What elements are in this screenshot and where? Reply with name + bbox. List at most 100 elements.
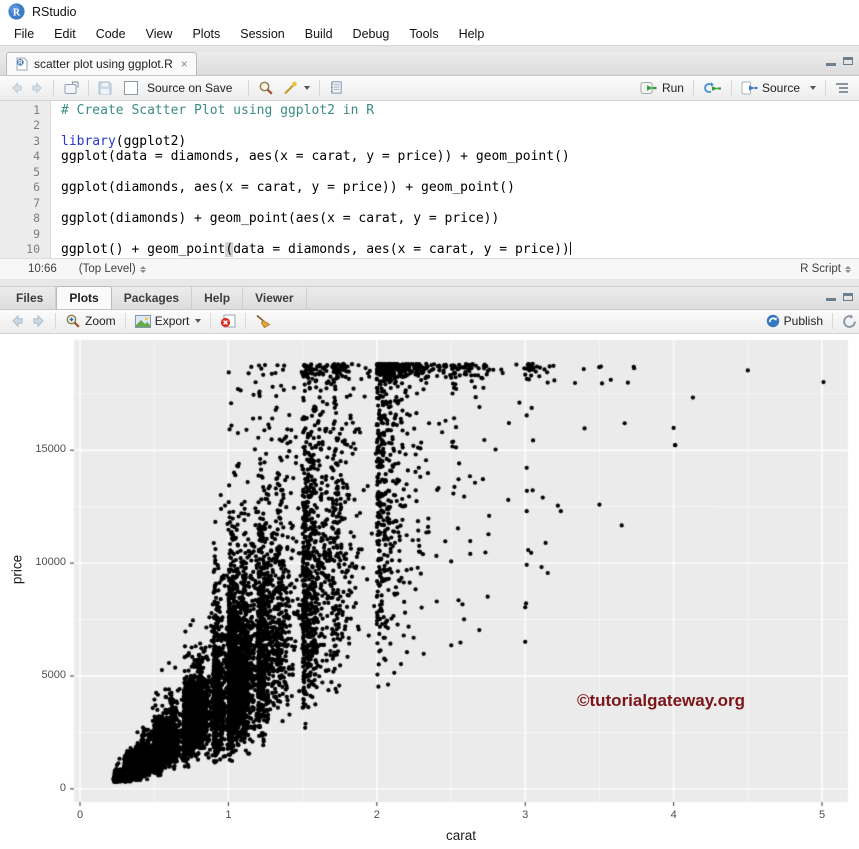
run-button[interactable]: Run: [636, 79, 688, 97]
menu-item-plots[interactable]: Plots: [182, 25, 230, 43]
clear-all-plots-button[interactable]: [251, 312, 275, 330]
svg-text:R: R: [13, 8, 21, 19]
refresh-plot-button[interactable]: [838, 312, 859, 331]
maximize-pane-button[interactable]: [843, 57, 853, 66]
chrome-strip: [0, 44, 859, 52]
line-number[interactable]: 10: [0, 242, 50, 258]
run-label: Run: [661, 80, 684, 95]
updown-arrows-icon: [845, 265, 851, 273]
checkbox-unchecked[interactable]: [124, 80, 138, 95]
back-icon: [12, 315, 23, 328]
line-number[interactable]: 9: [0, 227, 50, 243]
maximize-pane-button[interactable]: [843, 292, 853, 301]
menu-item-tools[interactable]: Tools: [399, 25, 448, 43]
menu-item-build[interactable]: Build: [295, 25, 343, 43]
minimize-pane-button[interactable]: [826, 62, 836, 66]
line-number[interactable]: 7: [0, 196, 50, 212]
publish-button[interactable]: Publish: [762, 312, 827, 330]
code-token: (ggplot2): [115, 133, 187, 149]
menu-item-session[interactable]: Session: [230, 25, 294, 43]
export-plot-button[interactable]: Export: [131, 312, 206, 330]
broom-icon: [256, 315, 271, 329]
code-token: ggplot() + geom_point: [61, 242, 226, 258]
plots-toolbar: Zoom Export Publish: [0, 310, 859, 334]
menu-item-code[interactable]: Code: [86, 25, 136, 43]
nav-back-button[interactable]: [6, 80, 27, 96]
code-line[interactable]: 7: [0, 196, 859, 212]
code-line[interactable]: 8 ggplot(diamonds) + geom_point(aes(x = c…: [0, 211, 859, 227]
nav-forward-button[interactable]: [27, 80, 48, 96]
save-icon: [98, 81, 112, 95]
y-tick-label: 15000: [35, 443, 66, 456]
tab-files[interactable]: Files: [4, 287, 57, 310]
code-line[interactable]: 5: [0, 165, 859, 181]
code-token: data = diamonds, aes(x = carat, y = pric…: [233, 242, 570, 258]
tab-plots[interactable]: Plots: [56, 286, 112, 310]
menu-item-help[interactable]: Help: [449, 25, 495, 43]
plots-pane-tabbar: Files Plots Packages Help Viewer: [0, 286, 859, 311]
forward-icon: [32, 82, 42, 94]
rstudio-logo-icon: R: [8, 3, 25, 21]
tab-viewer[interactable]: Viewer: [243, 287, 307, 310]
tab-scatter-plot-script[interactable]: R scatter plot using ggplot.R ×: [6, 51, 197, 75]
previous-plot-button[interactable]: [6, 313, 28, 329]
y-axis-title: price: [9, 554, 25, 585]
line-number[interactable]: 4: [0, 149, 50, 165]
diamonds-scatter-plot-canvas: [0, 333, 859, 849]
zoom-plot-button[interactable]: Zoom: [61, 311, 120, 331]
document-outline-button[interactable]: [831, 80, 853, 96]
zoom-label: Zoom: [85, 314, 116, 329]
rerun-button[interactable]: [699, 79, 726, 97]
code-tools-button[interactable]: [278, 78, 314, 98]
updown-arrows-icon: [139, 265, 146, 273]
minimize-pane-button[interactable]: [826, 298, 836, 302]
menu-item-edit[interactable]: Edit: [44, 25, 86, 43]
pane-splitter[interactable]: [0, 279, 859, 288]
code-editor[interactable]: 1 # Create Scatter Plot using ggplot2 in …: [0, 100, 859, 259]
svg-text:R: R: [18, 61, 23, 67]
code-line[interactable]: 9: [0, 227, 859, 243]
next-plot-button[interactable]: [28, 313, 50, 329]
compile-report-button[interactable]: [325, 78, 348, 97]
code-line[interactable]: 3 library(ggplot2): [0, 134, 859, 150]
line-number[interactable]: 8: [0, 211, 50, 227]
close-icon[interactable]: ×: [181, 57, 188, 71]
window-title: RStudio: [32, 4, 77, 19]
line-number[interactable]: 5: [0, 165, 50, 181]
line-number[interactable]: 6: [0, 180, 50, 196]
code-line[interactable]: 4 ggplot(data = diamonds, aes(x = carat, …: [0, 149, 859, 165]
code-line[interactable]: 10 ggplot() + geom_point(data = diamonds,…: [0, 242, 859, 258]
line-number[interactable]: 3: [0, 134, 50, 150]
source-button[interactable]: Source: [737, 79, 820, 97]
save-button[interactable]: [94, 79, 116, 97]
editor-statusbar: 10:66 (Top Level) R Script: [0, 258, 859, 280]
file-type-selector[interactable]: R Script: [800, 263, 851, 275]
tab-help[interactable]: Help: [192, 287, 244, 310]
forward-icon: [33, 315, 44, 328]
menu-item-file[interactable]: File: [4, 25, 44, 43]
tab-packages[interactable]: Packages: [112, 287, 193, 310]
chevron-down-icon: [810, 85, 816, 90]
source-on-save-checkbox[interactable]: Source on Save: [120, 79, 236, 97]
code-line[interactable]: 2: [0, 118, 859, 134]
plot-display-area: carat price ©tutorialgateway.org 0123450…: [0, 333, 859, 849]
line-number[interactable]: 2: [0, 118, 50, 134]
code-text: library(ggplot2): [50, 134, 186, 150]
code-token: ggplot(diamonds, aes(x = carat, y = pric…: [61, 180, 515, 196]
code-line[interactable]: 1 # Create Scatter Plot using ggplot2 in …: [0, 103, 859, 119]
menu-item-view[interactable]: View: [136, 25, 183, 43]
back-icon: [12, 82, 22, 94]
code-line[interactable]: 6 ggplot(diamonds, aes(x = carat, y = pri…: [0, 180, 859, 196]
file-type-label: R Script: [800, 263, 841, 276]
find-replace-button[interactable]: [254, 78, 278, 98]
code-token: ggplot(data = diamonds, aes(x = carat, y…: [61, 149, 570, 165]
line-number[interactable]: 1: [0, 103, 50, 119]
scope-selector[interactable]: (Top Level): [79, 263, 146, 275]
open-in-new-window-button[interactable]: [59, 79, 83, 97]
publish-label: Publish: [783, 314, 823, 329]
menu-item-debug[interactable]: Debug: [343, 25, 400, 43]
remove-plot-button[interactable]: [216, 312, 240, 330]
cursor-position: 10:66: [28, 263, 57, 276]
chevron-down-icon: [195, 319, 202, 324]
notebook-icon: [331, 81, 343, 94]
